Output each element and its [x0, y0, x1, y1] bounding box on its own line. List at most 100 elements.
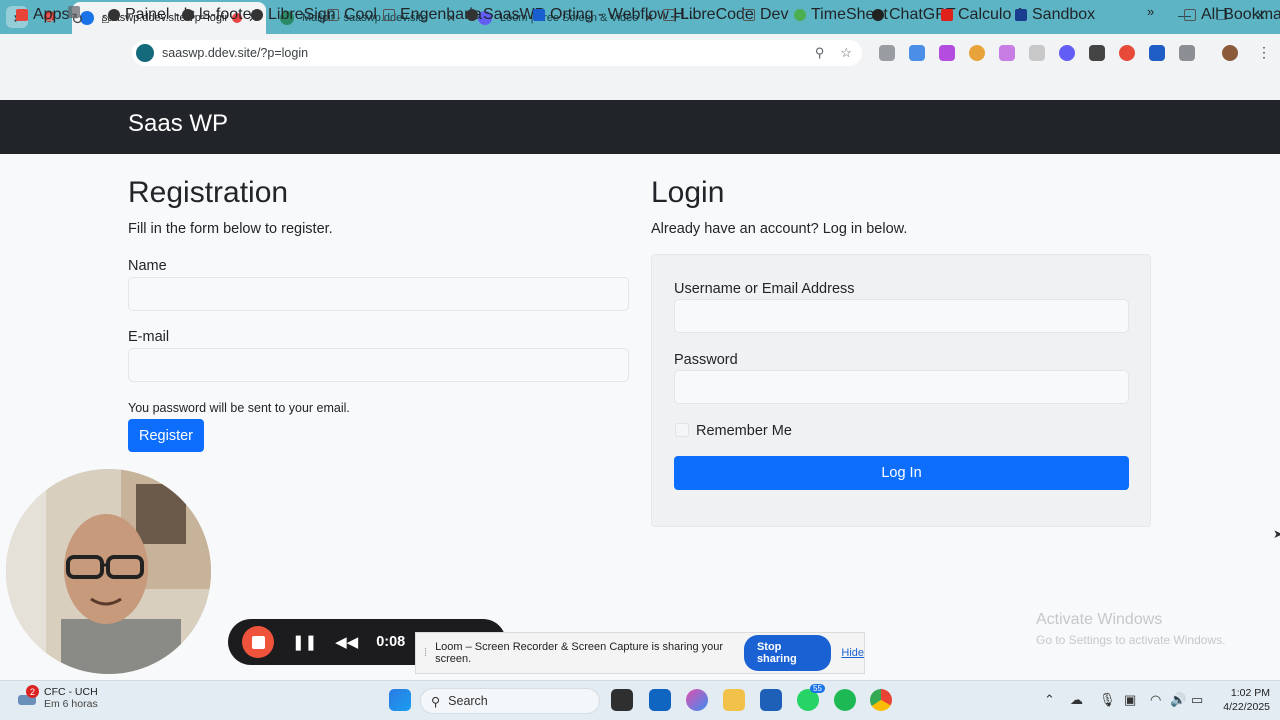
timesheet-icon: [794, 9, 806, 21]
globe-icon: [466, 9, 478, 21]
extension-icon[interactable]: [1089, 45, 1105, 61]
folder-icon: [1184, 9, 1196, 21]
extension-icon[interactable]: [909, 45, 925, 61]
folder-icon: [327, 9, 339, 21]
extension-icon[interactable]: [1149, 45, 1165, 61]
bookmarks-bar: [0, 72, 1280, 100]
chatgpt-icon: [872, 9, 884, 21]
pause-icon[interactable]: ❚❚: [292, 633, 317, 651]
password-label: Password: [674, 352, 738, 368]
store-icon[interactable]: [760, 689, 782, 711]
bookmark-star-icon[interactable]: ☆: [840, 45, 852, 61]
globe-icon: [108, 9, 120, 21]
task-view-icon[interactable]: [611, 689, 633, 711]
stop-recording-button[interactable]: [242, 626, 274, 658]
bookmark-ls-footer[interactable]: ls-footer: [182, 6, 257, 24]
password-field[interactable]: [674, 370, 1129, 404]
apps-grid-icon: [16, 9, 28, 21]
extensions-puzzle-icon[interactable]: [1179, 45, 1195, 61]
copilot-icon[interactable]: [686, 689, 708, 711]
extension-icon[interactable]: [1119, 45, 1135, 61]
bookmark-libresign[interactable]: LibreSign: [251, 6, 336, 24]
outlook-icon[interactable]: [649, 689, 671, 711]
onedrive-icon[interactable]: ☁: [1070, 692, 1083, 708]
screen-share-notification: ⁞ Loom – Screen Recorder & Screen Captur…: [415, 632, 865, 674]
mouse-cursor-icon: ➤: [1273, 527, 1280, 541]
chrome-icon[interactable]: [870, 689, 892, 711]
notification-badge: 2: [26, 685, 39, 698]
password-note: You password will be sent to your email.: [128, 401, 350, 415]
registration-heading: Registration: [128, 176, 289, 209]
battery-icon[interactable]: ▭: [1191, 692, 1203, 708]
drag-handle-icon[interactable]: ⁞: [424, 647, 427, 659]
taskbar-search[interactable]: ⚲ Search: [420, 688, 600, 714]
login-button[interactable]: Log In: [674, 456, 1129, 490]
bookmark-apps[interactable]: Apps: [16, 6, 69, 24]
windows-start-icon[interactable]: [389, 689, 411, 711]
folder-icon: [383, 9, 395, 21]
globe-icon: [251, 9, 263, 21]
chevron-up-icon[interactable]: ⌃: [1044, 692, 1055, 708]
rewind-icon[interactable]: ◀◀: [335, 633, 358, 651]
login-intro: Already have an account? Log in below.: [651, 221, 908, 237]
username-label: Username or Email Address: [674, 281, 855, 297]
name-field[interactable]: [128, 277, 629, 311]
loom-camera-bubble[interactable]: [6, 469, 211, 674]
zoom-icon[interactable]: ⚲: [815, 45, 825, 61]
recording-timer: 0:08: [376, 634, 406, 650]
hide-link[interactable]: Hide: [841, 647, 864, 659]
stop-sharing-button[interactable]: Stop sharing: [743, 635, 832, 671]
weather-title: CFC - UCH: [44, 686, 98, 698]
file-explorer-icon[interactable]: [723, 689, 745, 711]
bookmark-cool[interactable]: Cool: [327, 6, 377, 24]
username-field[interactable]: [674, 299, 1129, 333]
extension-icon[interactable]: [999, 45, 1015, 61]
address-bar[interactable]: saaswp.ddev.site/?p=login ⚲ ☆: [132, 40, 862, 66]
email-field[interactable]: [128, 348, 629, 382]
menu-kebab-icon[interactable]: ⋮: [1257, 44, 1271, 61]
profile-avatar[interactable]: [1222, 45, 1238, 61]
name-label: Name: [128, 258, 167, 274]
extension-icon[interactable]: [969, 45, 985, 61]
volume-icon[interactable]: 🔊: [1170, 692, 1186, 708]
site-info-icon[interactable]: [136, 44, 154, 62]
share-message: Loom – Screen Recorder & Screen Capture …: [435, 641, 724, 665]
spotify-icon[interactable]: [834, 689, 856, 711]
bookmark-sandbox[interactable]: Sandbox: [1015, 6, 1095, 24]
search-label: Search: [448, 694, 488, 708]
paypal-icon: [1015, 9, 1027, 21]
weather-icon: 2: [18, 685, 39, 707]
webflow-icon: [533, 9, 545, 21]
youtube-icon: [941, 9, 953, 21]
bookmark-librecode[interactable]: LibreCode: [663, 6, 754, 24]
globe-icon: [182, 9, 194, 21]
weather-widget[interactable]: 2 CFC - UCH Em 6 horas: [18, 685, 98, 710]
remember-me-checkbox[interactable]: [675, 423, 689, 437]
bookmark-calculo[interactable]: Calculo 1: [941, 6, 1025, 24]
screenshot-extension-icon[interactable]: [879, 45, 895, 61]
display-icon[interactable]: ▣: [1124, 692, 1136, 708]
loom-extension-icon[interactable]: [1059, 45, 1075, 61]
tab-groups-icon[interactable]: [68, 6, 85, 18]
bookmark-dev[interactable]: Dev: [743, 6, 788, 24]
url-text: saaswp.ddev.site/?p=login: [162, 46, 309, 60]
more-bookmarks-button[interactable]: »: [1147, 4, 1154, 19]
register-button[interactable]: Register: [128, 419, 204, 452]
remember-me-label[interactable]: Remember Me: [696, 423, 792, 439]
webcam-presenter-image: [6, 469, 211, 674]
login-heading: Login: [651, 176, 725, 209]
whatsapp-icon[interactable]: 55: [797, 684, 825, 711]
wifi-icon[interactable]: ◠: [1150, 692, 1161, 708]
windows-taskbar: [0, 680, 1280, 720]
activate-windows-subtitle: Go to Settings to activate Windows.: [1036, 633, 1226, 647]
weather-subtitle: Em 6 horas: [44, 698, 98, 710]
whatsapp-badge: 55: [810, 684, 825, 693]
all-bookmarks-button[interactable]: All Bookmarks: [1184, 6, 1280, 24]
taskbar-clock[interactable]: 1:02 PM 4/22/2025: [1210, 686, 1270, 714]
site-brand[interactable]: Saas WP: [128, 110, 228, 138]
extension-icon[interactable]: [939, 45, 955, 61]
microphone-icon[interactable]: 🎙: [1099, 692, 1116, 708]
registration-intro: Fill in the form below to register.: [128, 221, 333, 237]
email-label: E-mail: [128, 329, 170, 345]
extension-icon[interactable]: [1029, 45, 1045, 61]
